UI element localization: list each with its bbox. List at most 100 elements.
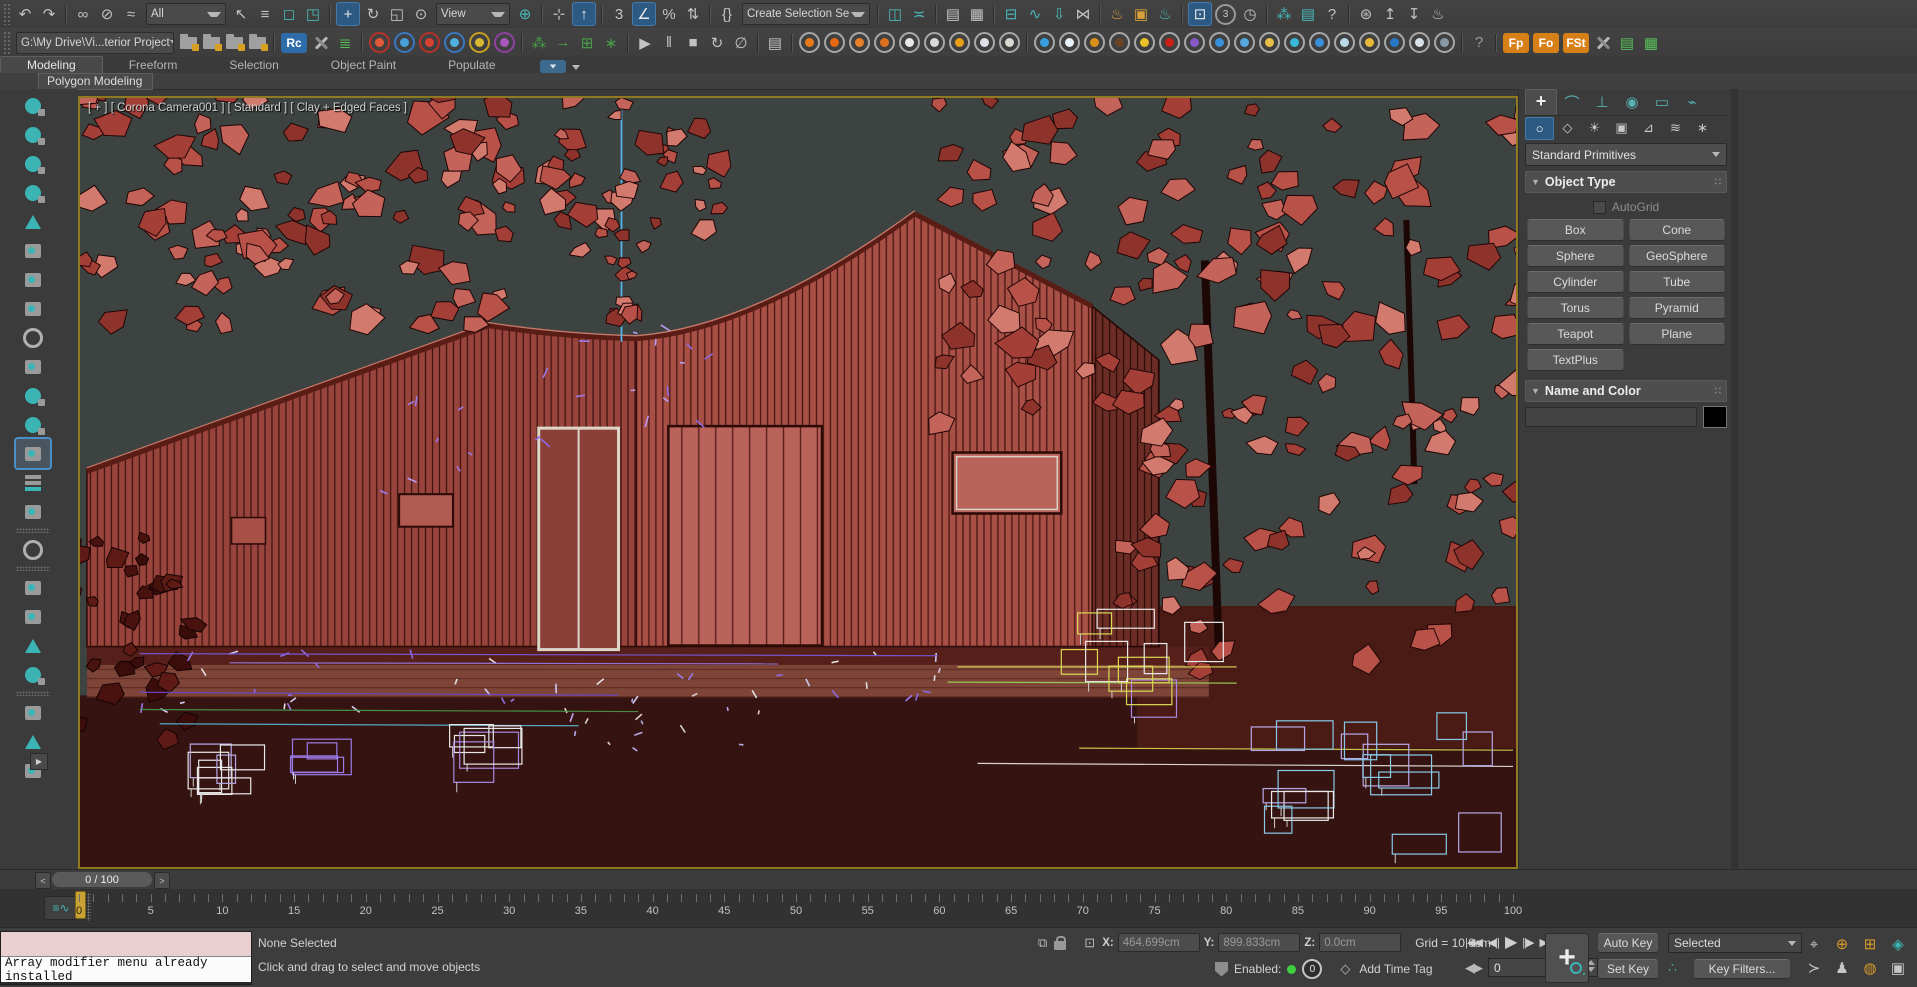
primitive-button-pyramid[interactable]: Pyramid <box>1629 297 1726 319</box>
create-tab[interactable]: + <box>1525 89 1557 115</box>
ribbon-tab-modeling[interactable]: Modeling <box>0 56 103 73</box>
knife-icon[interactable] <box>16 631 50 660</box>
isolate-selection-icon[interactable]: ⧉ <box>1038 935 1047 951</box>
preset-storm-icon[interactable] <box>1384 32 1405 53</box>
forest-fp-button[interactable]: Fp <box>1503 33 1529 53</box>
folder-link-icon[interactable] <box>226 37 243 49</box>
select-and-move-icon[interactable]: + <box>336 2 360 26</box>
circle-3-icon[interactable]: 3 <box>1215 4 1236 25</box>
primitive-button-sphere[interactable]: Sphere <box>1527 245 1624 267</box>
zoom-extents-icon[interactable]: ⊞ <box>1856 932 1884 956</box>
render-production-icon[interactable]: ♨ <box>1154 3 1176 25</box>
viewport[interactable]: [ + ] [ Corona Camera001 ] [ Standard ] … <box>78 96 1518 869</box>
redo-icon[interactable]: ↷ <box>38 3 60 25</box>
curve-editor-icon[interactable]: ∿ <box>1024 3 1046 25</box>
set-key-button[interactable]: Set Key <box>1598 959 1658 979</box>
rectangular-selection-icon[interactable]: ◻ <box>278 3 300 25</box>
preset-sunbeach-icon[interactable] <box>1359 32 1380 53</box>
ribbon-config-dropdown[interactable] <box>540 60 566 73</box>
angle-snap-icon[interactable]: ∠ <box>632 2 656 26</box>
teapot-outline-icon[interactable] <box>16 535 50 564</box>
select-by-name-icon[interactable]: ≡ <box>254 3 276 25</box>
spray-sphere-icon[interactable] <box>16 660 50 689</box>
listener-output-line[interactable]: Array modifier menu already installed <box>1 957 251 982</box>
next-frame-button[interactable]: > <box>154 872 170 889</box>
preset-waterfall-icon[interactable] <box>1234 32 1255 53</box>
key-filters-button[interactable]: Key Filters... <box>1694 959 1790 979</box>
primitive-button-tube[interactable]: Tube <box>1629 271 1726 293</box>
help-icon[interactable]: ? <box>1321 3 1343 25</box>
maxscript-mini-listener[interactable]: Array modifier menu already installed <box>0 931 252 985</box>
window-crossing-icon[interactable]: ◳ <box>302 3 324 25</box>
liquid-preset-icon[interactable] <box>444 32 465 53</box>
zoom-icon[interactable]: ⌖ <box>1800 932 1828 956</box>
geometry-category[interactable]: ○ <box>1525 117 1554 140</box>
zoom-region-icon[interactable]: ◈ <box>1884 932 1912 956</box>
zoom-all-icon[interactable]: ⊕ <box>1828 932 1856 956</box>
ribbon-toggle-icon[interactable]: ⊟ <box>1000 3 1022 25</box>
name-color-header[interactable]: ▼Name and Color∷ <box>1525 380 1727 402</box>
preset-splash-icon[interactable] <box>1034 32 1055 53</box>
forest-tree-cursor-icon[interactable] <box>16 207 50 236</box>
select-and-place-icon[interactable]: ⊙ <box>410 3 432 25</box>
pause-icon[interactable]: ‖ <box>658 32 680 54</box>
corona-sun-icon[interactable] <box>16 178 50 207</box>
x-coordinate-field[interactable]: 464.699cm <box>1118 933 1200 952</box>
fov-icon[interactable]: ≻ <box>1800 956 1828 980</box>
toolbar-grip[interactable] <box>3 3 10 25</box>
sim-rewind-icon[interactable] <box>16 698 50 727</box>
keyboard-override-icon[interactable]: ↑ <box>572 2 596 26</box>
script-load-icon[interactable]: ↥ <box>1379 3 1401 25</box>
primitive-button-teapot[interactable]: Teapot <box>1527 323 1624 345</box>
autogrid-checkbox[interactable] <box>1593 201 1606 214</box>
shapes-category[interactable]: ◇ <box>1554 118 1581 139</box>
hierarchy-tab[interactable]: ⊥ <box>1587 91 1617 114</box>
systems-category[interactable]: ∗ <box>1689 118 1716 139</box>
select-object-icon[interactable]: ↖ <box>230 3 252 25</box>
material-layers-icon[interactable] <box>16 352 50 381</box>
voxel-cube-icon[interactable] <box>494 32 515 53</box>
discard-icon[interactable]: ∅ <box>730 32 752 54</box>
preset-pencil-icon[interactable] <box>999 32 1020 53</box>
modify-tab[interactable]: ⌒ <box>1557 91 1587 114</box>
preset-smoke1-icon[interactable] <box>899 32 920 53</box>
maximize-viewport-icon[interactable]: ▣ <box>1884 956 1912 980</box>
preset-beer-icon[interactable] <box>1084 32 1105 53</box>
list-icon[interactable]: ≣ <box>334 32 356 54</box>
frame-step-icon[interactable]: ◀▶ <box>1465 960 1481 976</box>
forest-burst-icon[interactable]: ∗ <box>600 32 622 54</box>
primitive-button-textplus[interactable]: TextPlus <box>1527 349 1624 371</box>
prev-key-button[interactable]: ◀|| <box>1488 936 1499 949</box>
auto-key-button[interactable]: Auto Key <box>1598 933 1658 953</box>
selection-filter-dropdown[interactable]: All <box>146 3 226 25</box>
dope-sheet-icon[interactable]: ⇩ <box>1048 3 1070 25</box>
rendered-frame-icon[interactable]: ▣ <box>1130 3 1152 25</box>
scatter-icon[interactable] <box>16 236 50 265</box>
render-elements-icon[interactable]: ♨ <box>1427 3 1449 25</box>
ribbon-dropdown-caret[interactable] <box>572 65 580 70</box>
slider-strip-icon[interactable] <box>16 468 50 497</box>
preset-whirl2-icon[interactable] <box>1309 32 1330 53</box>
restart-icon[interactable]: ↻ <box>706 32 728 54</box>
preset-fire1-icon[interactable] <box>799 32 820 53</box>
select-and-link-icon[interactable]: ∞ <box>72 3 94 25</box>
ribbon-tab-populate[interactable]: Populate <box>422 57 521 73</box>
toolbar-grip[interactable] <box>3 31 10 54</box>
forest-list-icon[interactable]: ▤ <box>1616 32 1638 54</box>
help-question-icon[interactable]: ? <box>1468 32 1490 54</box>
align-icon[interactable]: ≍ <box>908 3 930 25</box>
folder-ref-icon[interactable] <box>249 37 266 49</box>
y-coordinate-field[interactable]: 899.833cm <box>1218 933 1300 952</box>
trackbar-grip[interactable] <box>87 893 91 921</box>
use-pivot-center-icon[interactable]: ⊕ <box>514 3 536 25</box>
select-and-manipulate-icon[interactable]: ⊹ <box>548 3 570 25</box>
forest-grid-icon[interactable]: ⊞ <box>576 32 598 54</box>
notes-icon[interactable]: ▤ <box>1297 3 1319 25</box>
primitive-button-plane[interactable]: Plane <box>1629 323 1726 345</box>
orbit-icon[interactable]: ◍ <box>1856 956 1884 980</box>
folder-open-icon[interactable] <box>203 37 220 49</box>
snaps-toggle-3d-icon[interactable]: 3 <box>608 3 630 25</box>
display-tab[interactable]: ▭ <box>1647 91 1677 114</box>
named-selection-sets-icon[interactable]: {} <box>716 3 738 25</box>
undo-icon[interactable]: ↶ <box>14 3 36 25</box>
